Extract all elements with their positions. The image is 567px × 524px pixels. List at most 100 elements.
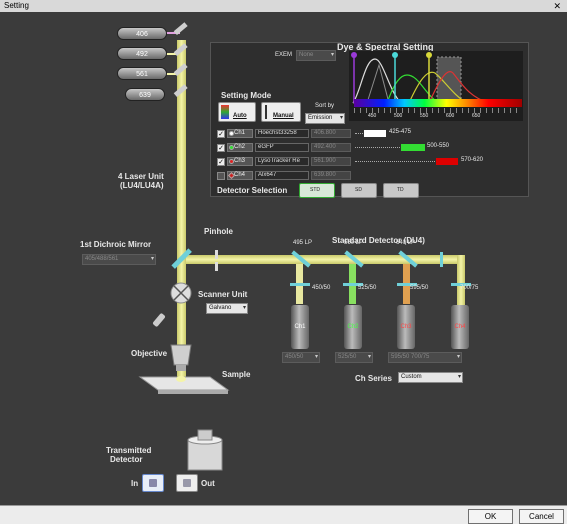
manual-mode-button[interactable]: Manual bbox=[261, 102, 301, 122]
manual-mode-label: Manual bbox=[273, 113, 294, 119]
laser-492-tube: 492 bbox=[117, 47, 167, 60]
filter-ch2-select[interactable]: 525/50 ▾ bbox=[335, 352, 373, 363]
detector-mirror-end bbox=[440, 252, 443, 267]
detector-td-button[interactable]: TD bbox=[383, 183, 419, 198]
mirror-640lp-label: 640 LP bbox=[396, 240, 416, 246]
tick-450: 450 bbox=[368, 113, 377, 119]
ch3-emission-bar bbox=[436, 158, 458, 165]
optical-path-panel: 406 492 561 639 4 Laser Unit (LU4/LU4A) … bbox=[0, 12, 567, 505]
ch2-range: 492.400 bbox=[311, 143, 351, 152]
chevron-down-icon: ▾ bbox=[242, 305, 246, 311]
detector-beam bbox=[186, 255, 458, 264]
sample-label: Sample bbox=[222, 370, 251, 379]
exem-select[interactable]: None ▾ bbox=[296, 50, 336, 61]
side-lens-icon bbox=[153, 313, 165, 327]
ch2-dye-field[interactable]: eGFP bbox=[255, 143, 309, 152]
chevron-down-icon: ▾ bbox=[367, 354, 371, 360]
sort-by-select[interactable]: Emission ▾ bbox=[305, 113, 345, 124]
ch3-range: 561.900 bbox=[311, 157, 351, 166]
ch1-emission-range: 425-475 bbox=[389, 129, 412, 135]
setting-mode-label: Setting Mode bbox=[221, 91, 272, 100]
pmt-ch2: Ch2 bbox=[344, 305, 362, 349]
ch4-range: 639.800 bbox=[311, 171, 351, 180]
mirror-495lp-label: 495 LP bbox=[293, 240, 313, 246]
filter-ch1-label: 450/50 bbox=[312, 285, 331, 291]
transmitted-in-label: In bbox=[131, 479, 139, 488]
filter-ch2-select-value: 525/50 bbox=[338, 354, 357, 360]
laser-unit-label: 4 Laser Unit bbox=[118, 172, 164, 181]
detector-sd-button[interactable]: SD bbox=[341, 183, 377, 198]
ch-series-value: Custom bbox=[401, 374, 422, 380]
ch1-checkbox[interactable]: ✓ bbox=[217, 130, 225, 138]
filter-ch1-select-value: 450/50 bbox=[285, 354, 304, 360]
detector-std-button[interactable]: STD bbox=[299, 183, 335, 198]
ch1-badge: Ch1 bbox=[227, 129, 253, 138]
ch2-color-dot bbox=[229, 145, 234, 150]
pinhole-bottom bbox=[215, 262, 218, 271]
laser-639-tube: 639 bbox=[125, 88, 165, 101]
ch-series-select[interactable]: Custom ▾ bbox=[398, 372, 463, 383]
scanner-value: Galvano bbox=[209, 305, 232, 311]
pmt-ch3: Ch3 bbox=[397, 305, 415, 349]
chevron-down-icon: ▾ bbox=[456, 354, 460, 360]
ch4-checkbox[interactable] bbox=[217, 172, 225, 180]
ch3-badge: Ch3 bbox=[227, 157, 253, 166]
sort-by-label: Sort by bbox=[315, 103, 335, 109]
ch3-dots bbox=[355, 161, 435, 162]
ch1-label: Ch1 bbox=[234, 130, 246, 136]
mirror-560lp-label: 560 LP bbox=[344, 240, 364, 246]
objective-icon bbox=[170, 344, 192, 366]
dialog-footer: OK Cancel bbox=[0, 505, 567, 524]
cancel-button[interactable]: Cancel bbox=[519, 509, 564, 524]
chevron-down-icon: ▾ bbox=[330, 52, 334, 58]
pmt-ch4: Ch4 bbox=[451, 305, 469, 349]
filter-ch2-label: 525/50 bbox=[358, 285, 377, 291]
ch3-checkbox[interactable]: ✓ bbox=[217, 158, 225, 166]
dichroic-select[interactable]: 405/488/561 ▾ bbox=[82, 254, 156, 265]
dye-spectral-panel: Dye & Spectral Setting EXEM None ▾ 450 5… bbox=[210, 42, 529, 197]
chevron-down-icon: ▾ bbox=[150, 256, 154, 262]
ch4-dye-field[interactable]: Alx647 bbox=[255, 171, 309, 180]
dichroic-label: 1st Dichroic Mirror bbox=[80, 240, 152, 249]
ch3-emission-range: 570-620 bbox=[461, 157, 484, 163]
chevron-down-icon: ▾ bbox=[339, 115, 343, 121]
spectrum-ruler bbox=[354, 108, 522, 113]
detector-selection-label: Detector Selection bbox=[217, 186, 288, 195]
ch1-range: 406.800 bbox=[311, 129, 351, 138]
ch2-emission-range: 500-550 bbox=[427, 143, 450, 149]
ch1-dye-field[interactable]: Hoechst33258 bbox=[255, 129, 309, 138]
auto-mode-button[interactable]: Auto bbox=[218, 102, 256, 122]
transmitted-out-button[interactable] bbox=[176, 474, 198, 492]
dichroic-value: 405/488/561 bbox=[85, 256, 119, 262]
ch2-checkbox[interactable]: ✓ bbox=[217, 144, 225, 152]
ch2-label: Ch2 bbox=[234, 144, 246, 150]
detector-sd-label: SD bbox=[355, 187, 362, 193]
tick-550: 550 bbox=[420, 113, 429, 119]
filter-ch3-select[interactable]: 595/50 700/75 ▾ bbox=[388, 352, 462, 363]
tick-650: 650 bbox=[472, 113, 481, 119]
pmt-ch1: Ch1 bbox=[291, 305, 309, 349]
ch2-badge: Ch2 bbox=[227, 143, 253, 152]
auto-mode-label: Auto bbox=[233, 113, 247, 119]
exem-value: None bbox=[299, 52, 314, 58]
chevron-down-icon: ▾ bbox=[457, 374, 461, 380]
ch3-dye-field[interactable]: LysoTracker Re bbox=[255, 157, 309, 166]
filter-ch1-select[interactable]: 450/50 ▾ bbox=[282, 352, 320, 363]
title-bar: Setting ✕ bbox=[0, 0, 567, 12]
transmitted-label: Transmitted bbox=[106, 446, 152, 455]
window-title: Setting bbox=[4, 1, 29, 10]
detector-td-label: TD bbox=[397, 187, 404, 193]
ch1-color-dot bbox=[229, 131, 234, 136]
ch-series-label: Ch Series bbox=[355, 374, 392, 383]
tick-500: 500 bbox=[394, 113, 403, 119]
ok-button[interactable]: OK bbox=[468, 509, 513, 524]
exem-label: EXEM bbox=[275, 52, 293, 58]
transmitted-in-button[interactable] bbox=[142, 474, 164, 492]
laser-406-tube: 406 bbox=[117, 27, 167, 40]
filter-ch1 bbox=[290, 283, 310, 286]
scanner-select[interactable]: Galvano ▾ bbox=[206, 303, 248, 314]
chevron-down-icon: ▾ bbox=[314, 354, 318, 360]
close-icon[interactable]: ✕ bbox=[553, 0, 561, 12]
filter-ch3-label: 595/50 bbox=[410, 285, 429, 291]
objective-label: Objective bbox=[131, 349, 168, 358]
